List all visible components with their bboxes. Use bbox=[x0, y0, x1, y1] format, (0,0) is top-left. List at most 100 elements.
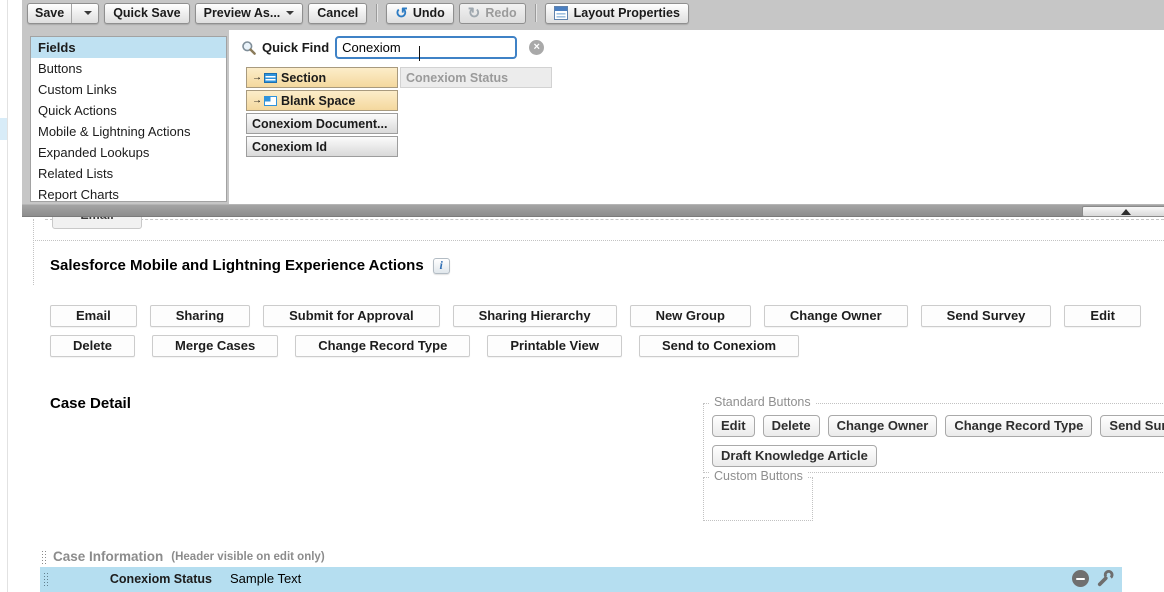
drag-handle-icon[interactable] bbox=[41, 550, 47, 564]
toolbar-separator bbox=[376, 4, 377, 22]
category-report-charts[interactable]: Report Charts bbox=[31, 184, 226, 202]
mobile-action-merge-cases[interactable]: Merge Cases bbox=[152, 335, 278, 357]
chevron-down-icon bbox=[84, 11, 92, 15]
undo-icon: ↺ bbox=[395, 6, 408, 21]
mobile-action-printable-view[interactable]: Printable View bbox=[487, 335, 622, 357]
category-quick-actions[interactable]: Quick Actions bbox=[31, 100, 226, 121]
quick-find-label: Quick Find bbox=[262, 40, 329, 55]
standard-button-change-record-type[interactable]: Change Record Type bbox=[945, 415, 1092, 437]
palette-item-blank-space[interactable]: → Blank Space bbox=[246, 90, 398, 111]
publisher-section-dashed-border bbox=[45, 219, 1164, 220]
mobile-action-edit[interactable]: Edit bbox=[1064, 305, 1141, 327]
section-dotted-left-border bbox=[33, 219, 34, 285]
mobile-action-sharing-hierarchy[interactable]: Sharing Hierarchy bbox=[453, 305, 617, 327]
collapse-palette-button[interactable] bbox=[1082, 206, 1164, 217]
mobile-action-submit-for-approval[interactable]: Submit for Approval bbox=[263, 305, 439, 327]
section-dotted-divider bbox=[33, 240, 1164, 241]
palette-items-panel: Quick Find × → Section → Blank bbox=[229, 30, 1164, 204]
redo-label: Redo bbox=[485, 6, 516, 20]
standard-buttons-fieldset: Standard Buttons Edit Delete Change Owne… bbox=[703, 403, 1164, 473]
layout-properties-label: Layout Properties bbox=[574, 6, 680, 20]
mobile-action-email[interactable]: Email bbox=[50, 305, 137, 327]
mobile-actions-row-1: Email Sharing Submit for Approval Sharin… bbox=[50, 305, 1141, 327]
case-information-subtitle: (Header visible on edit only) bbox=[171, 551, 324, 563]
mobile-action-change-owner[interactable]: Change Owner bbox=[764, 305, 908, 327]
layout-properties-button[interactable]: Layout Properties bbox=[545, 3, 689, 24]
quick-save-button[interactable]: Quick Save bbox=[104, 3, 189, 24]
field-label: Conexiom Status bbox=[40, 572, 212, 586]
palette-category-list: Fields Buttons Custom Links Quick Action… bbox=[30, 36, 227, 202]
mobile-actions-title: Salesforce Mobile and Lightning Experien… bbox=[50, 257, 424, 274]
case-information-title: Case Information bbox=[53, 549, 163, 564]
layout-properties-icon bbox=[554, 6, 568, 20]
palette-item-label: Conexiom Status bbox=[406, 71, 508, 85]
remove-field-icon[interactable] bbox=[1072, 570, 1089, 587]
custom-buttons-fieldset: Custom Buttons bbox=[703, 477, 813, 521]
save-button-label: Save bbox=[28, 6, 71, 20]
standard-button-change-owner[interactable]: Change Owner bbox=[828, 415, 938, 437]
mobile-actions-section: Salesforce Mobile and Lightning Experien… bbox=[50, 257, 450, 274]
mobile-action-sharing[interactable]: Sharing bbox=[150, 305, 250, 327]
triangle-up-icon bbox=[1121, 209, 1131, 215]
standard-button-draft-knowledge-article[interactable]: Draft Knowledge Article bbox=[712, 445, 877, 467]
standard-buttons-row-2: Draft Knowledge Article bbox=[712, 445, 877, 467]
standard-button-edit[interactable]: Edit bbox=[712, 415, 755, 437]
palette-item-label: Conexiom Id bbox=[252, 140, 327, 154]
search-icon bbox=[241, 40, 257, 56]
editor-toolbar: Save Quick Save Preview As... Cancel ↺ U… bbox=[27, 2, 689, 24]
standard-button-send-survey[interactable]: Send Survey bbox=[1100, 415, 1164, 437]
palette-item-conexiom-id[interactable]: Conexiom Id bbox=[246, 136, 398, 157]
preview-as-button[interactable]: Preview As... bbox=[195, 3, 304, 24]
clear-search-icon[interactable]: × bbox=[529, 40, 544, 55]
palette-item-conexiom-status-used: Conexiom Status bbox=[400, 67, 552, 88]
info-icon[interactable]: i bbox=[433, 258, 450, 274]
layout-editor-screen: Email Salesforce Mobile and Lightning Ex… bbox=[0, 0, 1164, 592]
case-detail-title: Case Detail bbox=[50, 395, 131, 412]
mobile-action-new-group[interactable]: New Group bbox=[630, 305, 751, 327]
undo-button[interactable]: ↺ Undo bbox=[386, 3, 454, 24]
field-properties-wrench-icon[interactable] bbox=[1096, 569, 1115, 588]
save-dropdown[interactable] bbox=[71, 4, 98, 23]
palette-item-section[interactable]: → Section bbox=[246, 67, 398, 88]
custom-buttons-label: Custom Buttons bbox=[709, 469, 808, 483]
field-row-conexiom-status[interactable]: Conexiom Status Sample Text bbox=[40, 567, 1122, 592]
standard-buttons-label: Standard Buttons bbox=[709, 395, 816, 409]
redo-button[interactable]: ↻ Redo bbox=[459, 3, 526, 24]
cancel-button[interactable]: Cancel bbox=[308, 3, 367, 24]
palette-panel: Save Quick Save Preview As... Cancel ↺ U… bbox=[22, 0, 1164, 217]
add-arrow-icon: → bbox=[252, 73, 262, 83]
palette-item-label: Section bbox=[281, 71, 326, 85]
category-related-lists[interactable]: Related Lists bbox=[31, 163, 226, 184]
category-expanded-lookups[interactable]: Expanded Lookups bbox=[31, 142, 226, 163]
sidebar-fragment bbox=[0, 118, 7, 140]
mobile-action-send-to-conexiom[interactable]: Send to Conexiom bbox=[639, 335, 799, 357]
category-fields[interactable]: Fields bbox=[31, 37, 226, 58]
category-custom-links[interactable]: Custom Links bbox=[31, 79, 226, 100]
standard-buttons-row-1: Edit Delete Change Owner Change Record T… bbox=[712, 415, 1164, 437]
chevron-down-icon bbox=[286, 11, 294, 15]
blank-space-icon bbox=[264, 96, 277, 106]
quick-find-row: Quick Find × bbox=[241, 36, 544, 59]
section-icon bbox=[264, 73, 277, 83]
add-arrow-icon: → bbox=[252, 96, 262, 106]
standard-button-delete[interactable]: Delete bbox=[763, 415, 820, 437]
mobile-action-delete[interactable]: Delete bbox=[50, 335, 135, 357]
redo-icon: ↻ bbox=[468, 6, 481, 21]
toolbar-separator bbox=[535, 4, 536, 22]
mobile-action-send-survey[interactable]: Send Survey bbox=[921, 305, 1052, 327]
palette-item-conexiom-document[interactable]: Conexiom Document... bbox=[246, 113, 398, 134]
palette-bottom-bar bbox=[22, 204, 1164, 217]
quick-find-input[interactable] bbox=[335, 36, 517, 59]
category-mobile-lightning-actions[interactable]: Mobile & Lightning Actions bbox=[31, 121, 226, 142]
page-left-margin bbox=[0, 0, 22, 592]
undo-label: Undo bbox=[413, 6, 445, 20]
palette-item-label: Conexiom Document... bbox=[252, 117, 387, 131]
mobile-action-change-record-type[interactable]: Change Record Type bbox=[295, 335, 470, 357]
text-caret bbox=[419, 46, 420, 61]
category-buttons[interactable]: Buttons bbox=[31, 58, 226, 79]
mobile-actions-row-2: Delete Merge Cases Change Record Type Pr… bbox=[50, 335, 799, 357]
save-button[interactable]: Save bbox=[27, 3, 99, 24]
palette-item-label: Blank Space bbox=[281, 94, 355, 108]
page-edge-divider bbox=[7, 0, 8, 592]
preview-as-label: Preview As... bbox=[204, 6, 281, 20]
